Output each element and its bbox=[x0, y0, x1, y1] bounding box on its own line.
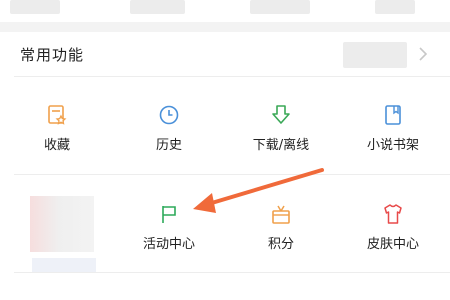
function-label: 小说书架 bbox=[366, 138, 419, 153]
divider bbox=[14, 76, 450, 77]
gift-box-icon bbox=[272, 205, 290, 224]
blurred-item bbox=[375, 0, 415, 14]
divider bbox=[14, 174, 450, 175]
blurred-item bbox=[343, 42, 407, 68]
blurred-item bbox=[130, 0, 185, 14]
function-points[interactable]: 积分 bbox=[236, 203, 326, 263]
blurred-tile bbox=[30, 196, 94, 252]
blurred-tile bbox=[32, 258, 96, 272]
common-functions-header[interactable]: 常用功能 bbox=[0, 32, 450, 76]
blurred-item bbox=[250, 0, 310, 14]
function-label: 收藏 bbox=[43, 138, 70, 153]
function-bookshelf[interactable]: 小说书架 bbox=[348, 104, 438, 164]
function-label: 积分 bbox=[267, 237, 294, 252]
shirt-icon bbox=[384, 204, 402, 224]
function-skin-center[interactable]: 皮肤中心 bbox=[348, 203, 438, 263]
section-gap bbox=[0, 22, 450, 32]
bookshelf-icon bbox=[385, 105, 401, 125]
blurred-item bbox=[10, 0, 60, 14]
function-label: 活动中心 bbox=[142, 237, 195, 252]
function-download[interactable]: 下载/离线 bbox=[236, 104, 326, 164]
favorites-icon bbox=[48, 105, 67, 125]
function-label: 历史 bbox=[155, 138, 182, 153]
function-label: 皮肤中心 bbox=[366, 237, 419, 252]
function-favorites[interactable]: 收藏 bbox=[12, 104, 102, 164]
top-strip bbox=[0, 0, 450, 22]
chevron-right-icon bbox=[419, 47, 428, 61]
function-activity-center[interactable]: 活动中心 bbox=[124, 203, 214, 263]
function-history[interactable]: 历史 bbox=[124, 104, 214, 164]
flag-icon bbox=[162, 206, 176, 223]
function-label: 下载/离线 bbox=[252, 138, 310, 153]
history-clock-icon bbox=[159, 105, 179, 125]
divider bbox=[14, 272, 450, 273]
section-title: 常用功能 bbox=[20, 46, 85, 64]
download-icon bbox=[272, 105, 290, 124]
